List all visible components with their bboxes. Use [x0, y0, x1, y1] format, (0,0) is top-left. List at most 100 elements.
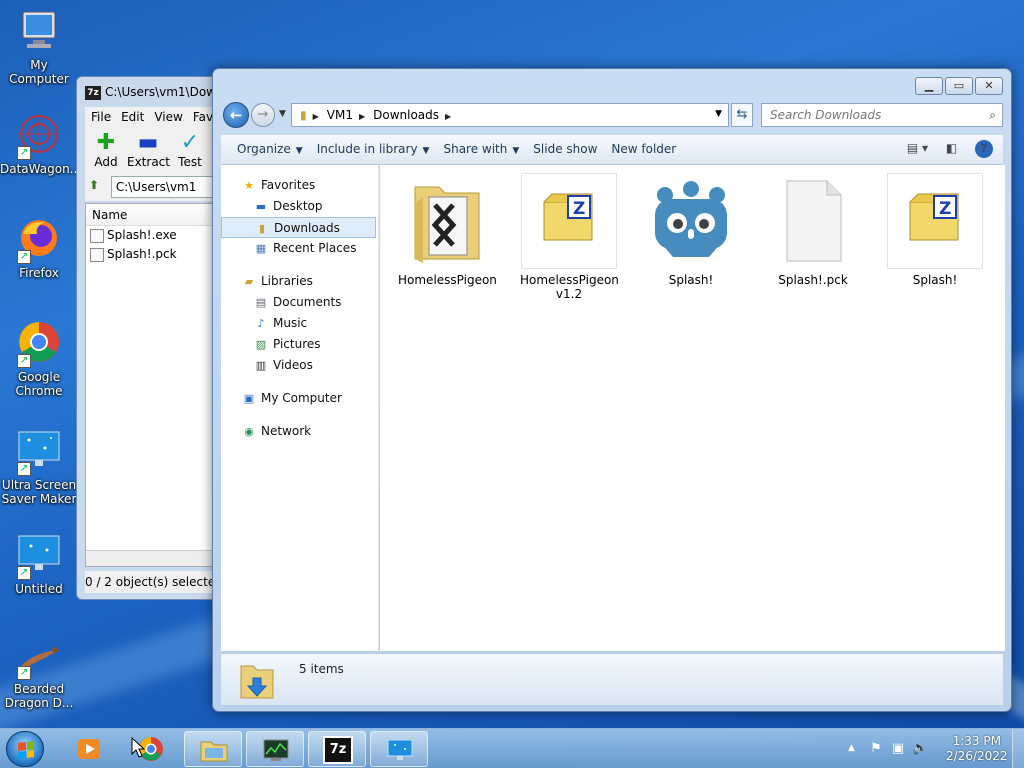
desktop-icon-untitled[interactable]: ↗ Untitled — [0, 532, 78, 596]
blank-file-icon — [765, 173, 861, 269]
horizontal-scrollbar[interactable] — [86, 550, 214, 566]
clock-time: 1:33 PM — [952, 734, 1001, 748]
show-hidden-icons-button[interactable]: ▲ — [848, 743, 855, 753]
share-with-button[interactable]: Share with ▼ — [443, 135, 519, 156]
include-in-library-button[interactable]: Include in library ▼ — [317, 135, 430, 156]
pictures-icon: ▨ — [255, 337, 267, 351]
change-view-button[interactable]: ▤ ▾ — [907, 141, 928, 155]
nav-recent-places[interactable]: ▦ Recent Places — [221, 238, 378, 259]
column-header-name[interactable]: Name — [86, 204, 214, 226]
shortcut-arrow-icon: ↗ — [17, 462, 31, 476]
nav-pictures[interactable]: ▨ Pictures — [221, 334, 378, 355]
7zip-title-bar[interactable]: 7z C:\Users\vm1\Down — [77, 77, 215, 107]
7zip-logo-icon: 7z — [85, 85, 101, 100]
network-icon[interactable]: ▣ — [890, 741, 906, 757]
file-view[interactable]: HomelessPigeon Z HomelessPigeon v1.2 Spl… — [380, 165, 1005, 651]
minus-icon: ▬ — [137, 130, 159, 155]
desktop-icon-google-chrome[interactable]: ↗ Google Chrome — [0, 320, 78, 398]
desktop-icon-my-computer[interactable]: My Computer — [0, 8, 78, 86]
desktop-icon-ultra-screen-saver-maker[interactable]: ↗ Ultra Screen Saver Maker — [0, 428, 78, 506]
taskbar-7zip[interactable]: 7z — [308, 731, 366, 767]
breadcrumb-separator[interactable]: ▶ — [313, 112, 319, 121]
up-folder-icon[interactable]: ⬆ — [89, 178, 107, 196]
list-item[interactable]: Splash!.pck — [86, 245, 214, 264]
clock[interactable]: 1:33 PM 2/26/2022 — [946, 734, 1008, 764]
file-item[interactable]: HomelessPigeon — [398, 173, 497, 287]
file-item[interactable]: Z Splash! — [886, 173, 984, 287]
nav-network[interactable]: ◉ Network — [221, 421, 378, 442]
test-label: Test — [178, 155, 202, 169]
file-item[interactable]: Splash! — [642, 173, 740, 287]
7zip-title: C:\Users\vm1\Down — [105, 85, 216, 99]
test-button[interactable]: ✓ Test — [169, 127, 211, 170]
search-placeholder: Search Downloads — [770, 108, 882, 122]
nav-documents[interactable]: ▤ Documents — [221, 292, 378, 313]
nav-videos[interactable]: ▥ Videos — [221, 355, 378, 376]
nav-downloads[interactable]: ▮ Downloads — [221, 217, 376, 238]
organize-button[interactable]: Organize ▼ — [237, 135, 303, 156]
slide-show-button[interactable]: Slide show — [533, 135, 597, 156]
extract-button[interactable]: ▬ Extract — [127, 127, 170, 170]
7zip-window[interactable]: 7z C:\Users\vm1\Down File Edit View Fav ✚ Add… — [76, 76, 216, 600]
menu-view[interactable]: View — [154, 110, 182, 124]
desktop-icon-datawagon[interactable]: ↗ DataWagon... — [0, 112, 81, 176]
help-icon[interactable]: ? — [975, 140, 993, 158]
taskbar-media-player[interactable] — [60, 731, 118, 767]
7zip-file-list[interactable]: Name Splash!.exe Splash!.pck — [85, 203, 215, 567]
close-button[interactable]: ✕ — [975, 77, 1003, 95]
shortcut-arrow-icon: ↗ — [17, 354, 31, 368]
action-center-icon[interactable]: ⚑ — [868, 741, 884, 757]
search-icon[interactable]: ⌕ — [989, 108, 996, 123]
breadcrumb-separator[interactable]: ▶ — [445, 112, 451, 121]
back-button[interactable]: ← — [223, 102, 249, 128]
menu-favorites[interactable]: Fav — [193, 110, 213, 124]
new-folder-button[interactable]: New folder — [611, 135, 676, 156]
nav-favorites[interactable]: ★ Favorites — [221, 175, 378, 196]
forward-button[interactable]: → — [251, 103, 275, 127]
file-icon — [90, 247, 104, 262]
check-icon: ✓ — [180, 130, 200, 155]
address-dropdown-icon[interactable]: ▼ — [715, 109, 722, 119]
nav-my-computer[interactable]: ▣ My Computer — [221, 388, 378, 409]
monitor-icon: ↗ — [15, 532, 63, 580]
preview-pane-button[interactable]: ◧ — [946, 141, 957, 155]
refresh-button[interactable]: ⇆ — [731, 103, 753, 127]
file-item[interactable]: Z HomelessPigeon v1.2 — [520, 173, 619, 301]
taskbar-screen-saver[interactable] — [370, 731, 428, 767]
breadcrumb-vm1[interactable]: VM1 — [327, 108, 353, 122]
menu-file[interactable]: File — [91, 110, 111, 124]
search-input[interactable]: Search Downloads ⌕ — [761, 103, 1003, 127]
breadcrumb-separator[interactable]: ▶ — [359, 112, 365, 121]
file-item[interactable]: Splash!.pck — [764, 173, 862, 287]
address-bar[interactable]: ▮ ▶ VM1 ▶ Downloads ▶ ▼ — [291, 103, 729, 127]
nav-libraries[interactable]: ▰ Libraries — [221, 271, 378, 292]
explorer-window[interactable]: ▁ ▭ ✕ ← → ▼ ▮ ▶ VM1 ▶ Downloads ▶ ▼ ⇆ Search Do… — [212, 68, 1012, 712]
nav-music[interactable]: ♪ Music — [221, 313, 378, 334]
volume-icon[interactable]: 🔈 — [912, 741, 928, 757]
taskbar-task-manager[interactable] — [246, 731, 304, 767]
add-button[interactable]: ✚ Add — [85, 127, 127, 170]
system-tray: ▲ ⚑ ▣ 🔈 1:33 PM 2/26/2022 — [844, 729, 1024, 768]
menu-edit[interactable]: Edit — [121, 110, 144, 124]
desktop-icon-label: Bearded Dragon D... — [4, 682, 74, 710]
mouse-cursor-icon — [131, 737, 145, 758]
folder-icon — [399, 173, 495, 269]
nav-desktop[interactable]: ▬ Desktop — [221, 196, 378, 217]
desktop-icon-bearded-dragon[interactable]: ↗ Bearded Dragon D... — [0, 632, 78, 710]
computer-icon — [15, 8, 63, 56]
exe-file-icon — [90, 228, 104, 243]
window-controls: ▁ ▭ ✕ — [913, 77, 1003, 95]
file-label: Splash!.pck — [778, 273, 848, 287]
7zip-path-field[interactable]: C:\Users\vm1 — [110, 176, 215, 198]
recent-pages-dropdown[interactable]: ▼ — [279, 109, 286, 119]
breadcrumb-downloads[interactable]: Downloads — [373, 108, 439, 122]
firefox-icon: ↗ — [15, 216, 63, 264]
desktop-icon-firefox[interactable]: ↗ Firefox — [0, 216, 78, 280]
taskbar-explorer[interactable] — [184, 731, 242, 767]
start-button[interactable] — [6, 731, 44, 767]
desktop-icon-label: Google Chrome — [15, 370, 63, 398]
show-desktop-button[interactable] — [1012, 729, 1024, 768]
minimize-button[interactable]: ▁ — [915, 77, 943, 95]
maximize-button[interactable]: ▭ — [945, 77, 973, 95]
list-item[interactable]: Splash!.exe — [86, 226, 214, 245]
